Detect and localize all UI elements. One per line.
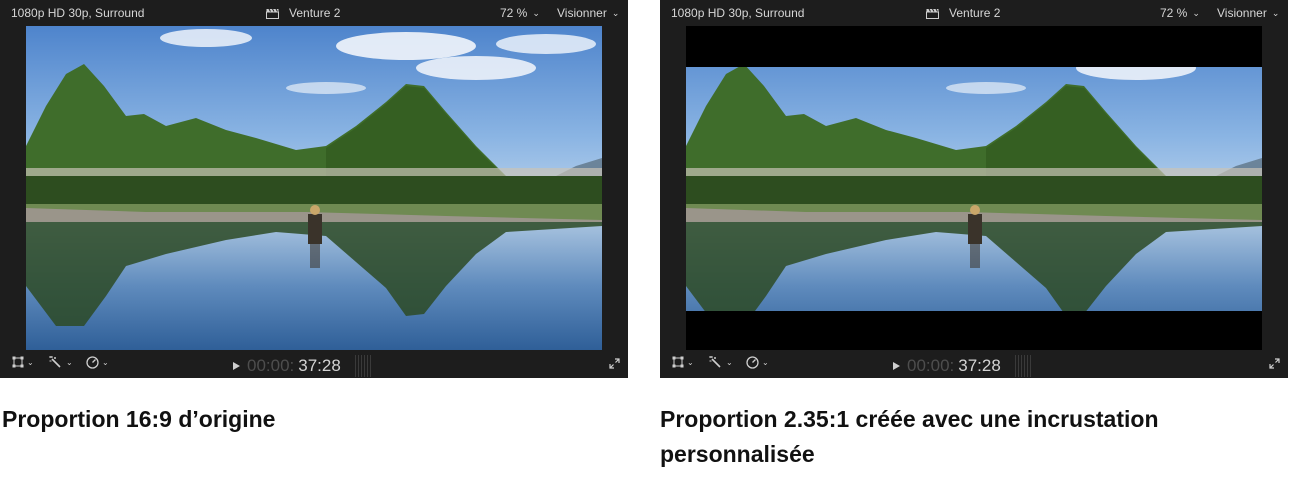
enhancements-menu[interactable]: ⌄ bbox=[49, 356, 73, 368]
chevron-down-icon: ⌄ bbox=[687, 357, 694, 367]
playback-controls: 00:00: 37:28 bbox=[893, 355, 1031, 377]
project-title-group: Venture 2 bbox=[266, 6, 340, 20]
speedometer-icon bbox=[86, 356, 99, 369]
chevron-down-icon: ⌄ bbox=[66, 357, 73, 367]
chevron-down-icon: ⌄ bbox=[726, 357, 733, 367]
transform-icon bbox=[672, 356, 684, 368]
format-label: 1080p HD 30p, Surround bbox=[11, 6, 145, 20]
clapperboard-icon bbox=[926, 8, 939, 19]
chevron-down-icon: ⌄ bbox=[532, 8, 540, 18]
magic-wand-icon bbox=[709, 356, 721, 368]
video-canvas[interactable] bbox=[686, 26, 1262, 350]
view-menu[interactable]: Visionner ⌄ bbox=[557, 6, 619, 20]
audio-meter bbox=[1014, 355, 1031, 377]
transform-tool-menu[interactable]: ⌄ bbox=[672, 356, 694, 368]
fullscreen-icon[interactable] bbox=[609, 358, 620, 369]
timecode: 37:28 bbox=[298, 356, 341, 375]
fullscreen-icon[interactable] bbox=[1269, 358, 1280, 369]
viewer-bottom-bar: ⌄ ⌄ ⌄ 00:00: 37:28 bbox=[660, 350, 1288, 378]
zoom-label: 72 % bbox=[500, 6, 528, 20]
viewer-top-bar: 1080p HD 30p, Surround Venture 2 72 % ⌄ V… bbox=[0, 0, 628, 26]
video-canvas[interactable] bbox=[26, 26, 602, 350]
chevron-down-icon: ⌄ bbox=[1192, 8, 1200, 18]
enhancements-menu[interactable]: ⌄ bbox=[709, 356, 733, 368]
speedometer-icon bbox=[746, 356, 759, 369]
letterbox-overlay bbox=[686, 67, 1262, 311]
retime-menu[interactable]: ⌄ bbox=[86, 356, 109, 369]
zoom-label: 72 % bbox=[1160, 6, 1188, 20]
viewer-top-bar: 1080p HD 30p, Surround Venture 2 72 % ⌄ V… bbox=[660, 0, 1288, 26]
transform-icon bbox=[12, 356, 24, 368]
project-title: Venture 2 bbox=[949, 6, 1001, 20]
project-title-group: Venture 2 bbox=[926, 6, 1000, 20]
chevron-down-icon: ⌄ bbox=[1271, 8, 1280, 18]
chevron-down-icon: ⌄ bbox=[611, 8, 620, 18]
retime-menu[interactable]: ⌄ bbox=[746, 356, 769, 369]
view-menu-label: Visionner bbox=[1217, 6, 1267, 20]
chevron-down-icon: ⌄ bbox=[102, 358, 109, 367]
viewer-original: 1080p HD 30p, Surround Venture 2 72 % ⌄ V… bbox=[0, 0, 628, 378]
format-label: 1080p HD 30p, Surround bbox=[671, 6, 805, 20]
play-icon[interactable] bbox=[233, 362, 240, 370]
zoom-menu[interactable]: 72 % ⌄ bbox=[500, 6, 540, 20]
play-icon[interactable] bbox=[893, 362, 900, 370]
timecode-dim: 00:00: bbox=[247, 356, 295, 375]
caption-custom-overlay-ratio: Proportion 2.35:1 créée avec une incrust… bbox=[660, 406, 1159, 467]
clapperboard-icon bbox=[266, 8, 279, 19]
timecode-dim: 00:00: bbox=[907, 356, 955, 375]
playback-controls: 00:00: 37:28 bbox=[233, 355, 371, 377]
transform-tool-menu[interactable]: ⌄ bbox=[12, 356, 34, 368]
chevron-down-icon: ⌄ bbox=[762, 358, 769, 367]
magic-wand-icon bbox=[49, 356, 61, 368]
caption-original-ratio: Proportion 16:9 d’origine bbox=[2, 406, 276, 432]
chevron-down-icon: ⌄ bbox=[27, 357, 34, 367]
viewer-bottom-bar: ⌄ ⌄ ⌄ 00:00: 37:28 bbox=[0, 350, 628, 378]
zoom-menu[interactable]: 72 % ⌄ bbox=[1160, 6, 1200, 20]
video-frame-landscape bbox=[686, 67, 1262, 311]
timecode: 37:28 bbox=[958, 356, 1001, 375]
audio-meter bbox=[354, 355, 371, 377]
viewer-letterboxed: 1080p HD 30p, Surround Venture 2 72 % ⌄ V… bbox=[660, 0, 1288, 378]
video-frame-landscape bbox=[26, 26, 602, 350]
project-title: Venture 2 bbox=[289, 6, 341, 20]
view-menu[interactable]: Visionner ⌄ bbox=[1217, 6, 1279, 20]
view-menu-label: Visionner bbox=[557, 6, 607, 20]
